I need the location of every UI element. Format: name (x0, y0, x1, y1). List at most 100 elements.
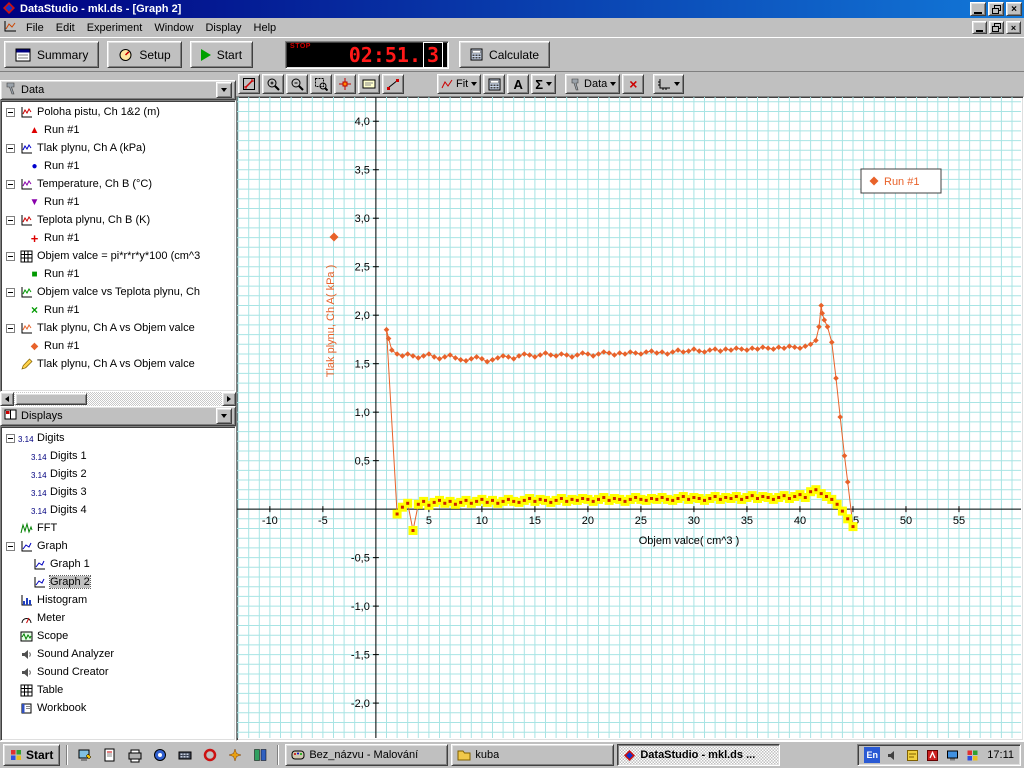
calculator-button[interactable] (483, 74, 505, 94)
display-item[interactable]: Graph (1, 537, 235, 555)
display-item[interactable]: Graph 1 (1, 555, 235, 573)
run-marker-triangle-icon: ▲ (28, 125, 41, 136)
collapse-icon[interactable] (6, 108, 15, 117)
antivirus-icon[interactable] (924, 747, 940, 763)
delete-button[interactable]: × (622, 74, 644, 94)
display-item[interactable]: FFT (1, 519, 235, 537)
quicklaunch-icon-2[interactable] (99, 744, 121, 766)
data-item[interactable]: Poloha pistu, Ch 1&2 (m) (1, 103, 235, 121)
quicklaunch-icon-5[interactable] (174, 744, 196, 766)
display-item[interactable]: 3.14 Digits (1, 429, 235, 447)
calculator-icon (488, 78, 501, 91)
task-button-datastudio[interactable]: DataStudio - mkl.ds ... (617, 744, 780, 766)
axis-settings-button[interactable] (653, 74, 684, 94)
fit-menu-button[interactable]: Fit (437, 74, 481, 94)
calculate-button[interactable]: Calculate (459, 41, 550, 68)
child-minimize-button[interactable] (972, 21, 987, 34)
zoom-out-button[interactable] (286, 74, 308, 94)
display-icon[interactable] (944, 747, 960, 763)
scroll-right-button[interactable] (222, 392, 236, 406)
volume-icon[interactable] (884, 747, 900, 763)
display-item-selected[interactable]: Graph 2 (1, 573, 235, 591)
data-item[interactable]: Tlak plynu, Ch A vs Objem valce (1, 355, 235, 373)
clock[interactable]: 17:11 (987, 749, 1014, 761)
smart-tool-button[interactable] (334, 74, 356, 94)
display-item[interactable]: 3.14 Digits 2 (1, 465, 235, 483)
display-item[interactable]: Sound Creator (1, 663, 235, 681)
start-button[interactable]: Start (190, 41, 253, 68)
menu-help[interactable]: Help (248, 20, 283, 36)
data-item[interactable]: Tlak plynu, Ch A (kPa) (1, 139, 235, 157)
data-item[interactable]: Temperature, Ch B (°C) (1, 175, 235, 193)
graph-plot[interactable]: -10-55101520253035404550554,03,53,02,52,… (237, 97, 1021, 738)
data-item[interactable]: Objem valce vs Teplota plynu, Ch (1, 283, 235, 301)
scale-to-fit-button[interactable] (238, 74, 260, 94)
collapse-icon[interactable] (6, 252, 15, 261)
menu-window[interactable]: Window (148, 20, 199, 36)
menu-display[interactable]: Display (199, 20, 247, 36)
menu-edit[interactable]: Edit (50, 20, 81, 36)
display-item[interactable]: Meter (1, 609, 235, 627)
scrollbar-thumb[interactable] (15, 393, 87, 405)
data-panel-menu-button[interactable] (216, 82, 232, 98)
display-item[interactable]: Scope (1, 627, 235, 645)
collapse-icon[interactable] (6, 324, 15, 333)
misc-tray-icon[interactable] (964, 747, 980, 763)
summary-button[interactable]: Summary (4, 41, 99, 68)
menu-experiment[interactable]: Experiment (81, 20, 149, 36)
slope-tool-button[interactable] (382, 74, 404, 94)
text-tool-button[interactable]: A (507, 74, 529, 94)
data-item[interactable]: Tlak plynu, Ch A vs Objem valce (1, 319, 235, 337)
displays-panel-menu-button[interactable] (216, 408, 232, 424)
start-menu-button[interactable]: Start (3, 744, 60, 766)
child-restore-button[interactable] (989, 21, 1004, 34)
data-item[interactable]: Objem valce = pi*r*r*y*100 (cm^3 (1, 247, 235, 265)
display-item[interactable]: 3.14 Digits 4 (1, 501, 235, 519)
run-item[interactable]: ◆ Run #1 (1, 337, 235, 355)
minimize-button[interactable] (970, 2, 986, 16)
quicklaunch-icon-8[interactable] (249, 744, 271, 766)
collapse-icon[interactable] (6, 288, 15, 297)
statistics-menu-button[interactable]: Σ (531, 74, 556, 94)
display-item[interactable]: Sound Analyzer (1, 645, 235, 663)
note-tool-button[interactable] (358, 74, 380, 94)
menu-file[interactable]: File (20, 20, 50, 36)
zoom-out-icon (290, 77, 304, 91)
display-item[interactable]: 3.14 Digits 1 (1, 447, 235, 465)
collapse-icon[interactable] (6, 180, 15, 189)
collapse-icon[interactable] (6, 542, 15, 551)
zoom-in-button[interactable] (262, 74, 284, 94)
collapse-icon[interactable] (6, 434, 15, 443)
run-item[interactable]: ▲ Run #1 (1, 121, 235, 139)
run-item[interactable]: ▼ Run #1 (1, 193, 235, 211)
display-item[interactable]: Workbook (1, 699, 235, 717)
run-item[interactable]: ■ Run #1 (1, 265, 235, 283)
task-button-folder[interactable]: kuba (451, 744, 614, 766)
display-item[interactable]: Table (1, 681, 235, 699)
run-item[interactable]: + Run #1 (1, 229, 235, 247)
graph-plot-area[interactable]: -10-55101520253035404550554,03,53,02,52,… (236, 96, 1024, 741)
data-menu-button[interactable]: Data (565, 74, 620, 94)
collapse-icon[interactable] (6, 216, 15, 225)
data-item[interactable]: Teplota plynu, Ch B (K) (1, 211, 235, 229)
close-button[interactable]: × (1006, 2, 1022, 16)
language-indicator[interactable]: En (864, 747, 880, 763)
child-close-button[interactable]: × (1006, 21, 1021, 34)
quicklaunch-icon-4[interactable] (149, 744, 171, 766)
scroll-left-button[interactable] (0, 392, 14, 406)
run-item[interactable]: ● Run #1 (1, 157, 235, 175)
zoom-select-button[interactable] (310, 74, 332, 94)
quicklaunch-icon-1[interactable] (74, 744, 96, 766)
collapse-icon[interactable] (6, 144, 15, 153)
restore-button[interactable] (988, 2, 1004, 16)
quicklaunch-icon-3[interactable] (124, 744, 146, 766)
scheduler-icon[interactable] (904, 747, 920, 763)
setup-button[interactable]: Setup (107, 41, 181, 68)
horizontal-scrollbar[interactable] (0, 392, 236, 406)
quicklaunch-icon-6[interactable] (199, 744, 221, 766)
run-item[interactable]: × Run #1 (1, 301, 235, 319)
display-item[interactable]: 3.14 Digits 3 (1, 483, 235, 501)
display-item[interactable]: Histogram (1, 591, 235, 609)
quicklaunch-icon-7[interactable] (224, 744, 246, 766)
task-button-paint[interactable]: Bez_názvu - Malování (285, 744, 448, 766)
